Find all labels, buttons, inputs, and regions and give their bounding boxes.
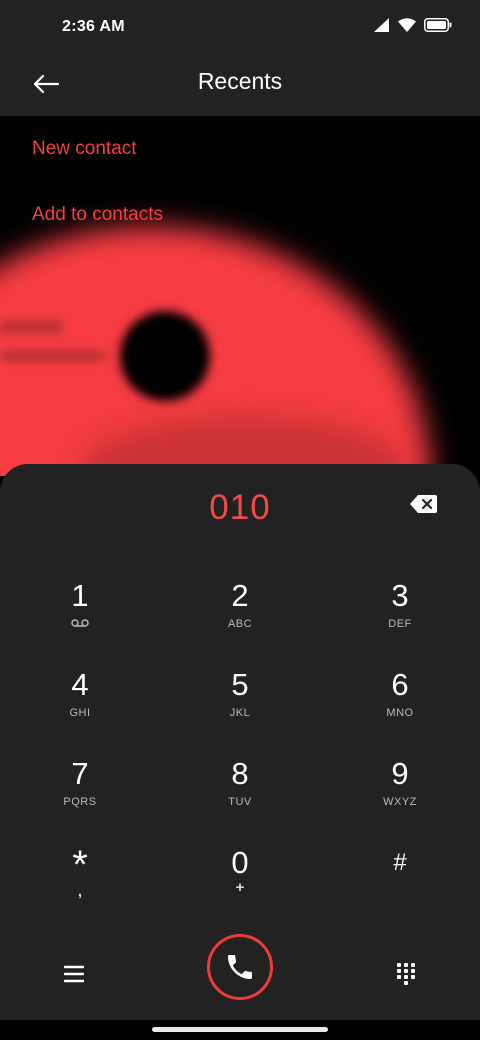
key-digit: 7 <box>71 756 89 791</box>
key-letters: DEF <box>388 618 412 630</box>
key-6[interactable]: 6 MNO <box>320 667 480 755</box>
call-button[interactable] <box>207 934 273 1000</box>
menu-icon <box>64 965 84 983</box>
key-letters: + <box>235 879 245 896</box>
key-letters: TUV <box>228 796 252 808</box>
status-bar: 2:36 AM <box>0 0 480 56</box>
key-1[interactable]: 1 <box>0 578 160 666</box>
blurred-illustration-line <box>0 321 62 333</box>
battery-icon <box>424 18 452 32</box>
key-letters: PQRS <box>63 796 97 808</box>
key-digit: * <box>72 843 88 887</box>
blurred-illustration-hole <box>120 311 210 401</box>
key-2[interactable]: 2 ABC <box>160 578 320 666</box>
menu-button[interactable] <box>56 956 92 992</box>
key-letters: ABC <box>227 618 253 630</box>
signal-icon <box>374 18 389 32</box>
key-9[interactable]: 9 WXYZ <box>320 756 480 844</box>
status-time: 2:36 AM <box>62 18 125 35</box>
key-digit: # <box>393 849 407 876</box>
key-digit: 0 <box>231 845 249 880</box>
key-8[interactable]: 8 TUV <box>160 756 320 844</box>
status-icons <box>374 18 452 32</box>
key-digit: 1 <box>71 578 89 613</box>
key-digit: 8 <box>231 756 249 791</box>
keypad-toggle-button[interactable] <box>388 956 424 992</box>
dialer-panel: 010 1 2 ABC 3 DEF 4 GHI 5 JKL 6 MNO 7 PQ… <box>0 464 480 1040</box>
key-letters: MNO <box>386 707 414 719</box>
new-contact-link[interactable]: New contact <box>32 138 137 160</box>
backspace-icon <box>410 495 437 513</box>
key-digit: 2 <box>231 578 249 613</box>
dialer-actions <box>0 932 480 1032</box>
key-0[interactable]: 0 + <box>160 845 320 933</box>
dialed-number: 010 <box>209 488 271 527</box>
key-digit: 9 <box>391 756 409 791</box>
key-3[interactable]: 3 DEF <box>320 578 480 666</box>
key-digit: 5 <box>231 667 249 702</box>
add-to-contacts-link[interactable]: Add to contacts <box>32 204 163 226</box>
key-4[interactable]: 4 GHI <box>0 667 160 755</box>
key-7[interactable]: 7 PQRS <box>0 756 160 844</box>
voicemail-icon <box>0 618 160 632</box>
key-letters: JKL <box>229 707 251 719</box>
page-title: Recents <box>197 68 283 94</box>
key-digit: 4 <box>71 667 89 702</box>
home-gesture-handle[interactable] <box>152 1027 328 1032</box>
backspace-button[interactable] <box>410 494 444 520</box>
key-digit: 6 <box>391 667 409 702</box>
wifi-icon <box>398 18 416 32</box>
phone-icon <box>228 955 252 979</box>
key-letters: WXYZ <box>383 796 417 808</box>
key-digit: 3 <box>391 578 409 613</box>
recents-content: New contact Add to contacts <box>0 116 480 476</box>
key-letters: , <box>77 883 83 900</box>
app-bar: Recents <box>0 56 480 116</box>
blurred-illustration-line <box>0 351 105 361</box>
keypad-icon <box>397 963 415 985</box>
key-hash[interactable]: # <box>320 845 480 933</box>
key-star[interactable]: * , <box>0 845 160 933</box>
key-letters: GHI <box>69 707 91 719</box>
key-5[interactable]: 5 JKL <box>160 667 320 755</box>
